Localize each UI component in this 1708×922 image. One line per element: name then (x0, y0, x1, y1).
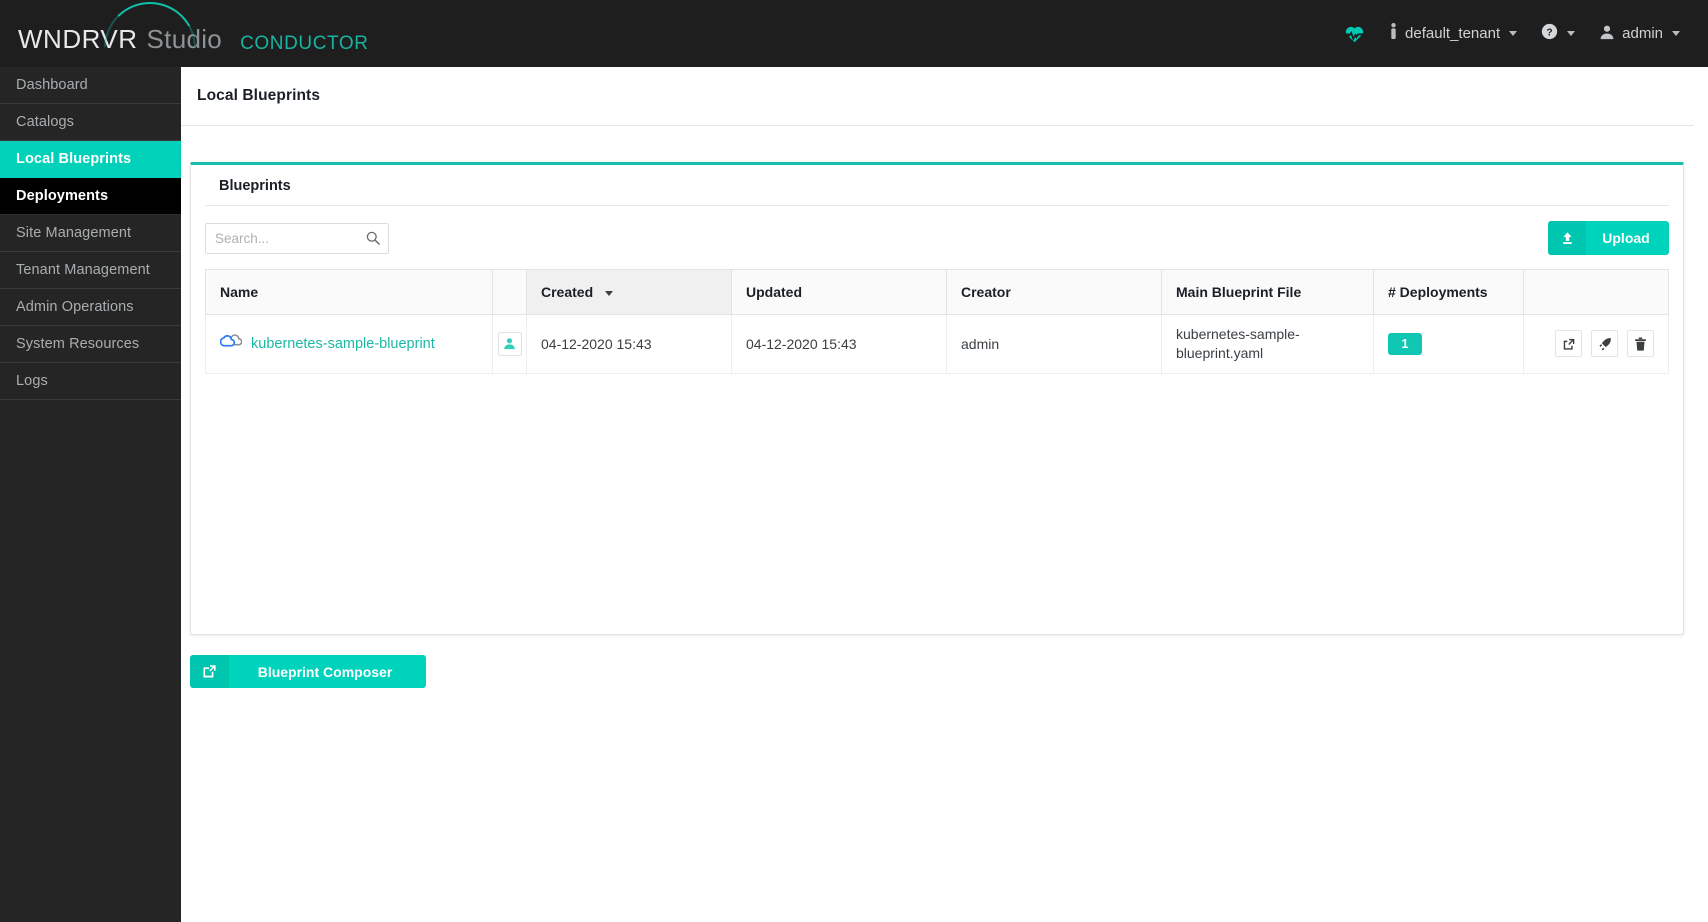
heartbeat-status-button[interactable] (1332, 18, 1377, 49)
logo-arc-icon (104, 2, 196, 48)
cell-creator: admin (946, 314, 1162, 374)
column-header-name[interactable]: Name (205, 269, 493, 315)
upload-icon (1548, 221, 1586, 255)
table-header: Name Created Updated Creator Main Bluepr (205, 269, 1669, 315)
main-content: Local Blueprints Blueprints Search... Up… (181, 67, 1708, 922)
table-row[interactable]: kubernetes-sample-blueprint 04-12-2020 1… (205, 314, 1669, 374)
blueprints-table: Name Created Updated Creator Main Bluepr (205, 269, 1669, 374)
sidebar-item-label: Logs (16, 373, 48, 389)
sidebar-item-catalogs[interactable]: Catalogs (0, 104, 181, 141)
brand-conductor: CONDUCTOR (240, 33, 369, 54)
cell-deployments: 1 (1373, 314, 1524, 374)
upload-button[interactable]: Upload (1548, 221, 1669, 255)
question-circle-icon: ? (1541, 23, 1558, 44)
column-header-label: Created (541, 284, 594, 300)
blueprint-composer-button[interactable]: Blueprint Composer (190, 655, 426, 688)
blueprint-composer-label: Blueprint Composer (257, 663, 393, 680)
sidebar-item-logs[interactable]: Logs (0, 363, 181, 400)
sidebar-item-label: System Resources (16, 336, 140, 352)
cloud-icon (219, 334, 243, 353)
sidebar-item-label: Deployments (16, 188, 109, 204)
sidebar-item-label: Site Management (16, 225, 132, 241)
blueprints-panel: Blueprints Upload (190, 162, 1684, 635)
column-header-owner (492, 269, 527, 315)
sidebar-item-site-management[interactable]: Site Management (0, 215, 181, 252)
sort-descending-icon (605, 290, 614, 296)
column-header-deployments[interactable]: # Deployments (1373, 269, 1524, 315)
heartbeat-icon (1344, 24, 1365, 43)
cell-actions (1523, 314, 1669, 374)
panel-title: Blueprints (205, 165, 1669, 206)
sidebar-item-label: Admin Operations (16, 299, 134, 315)
help-menu[interactable]: ? (1529, 17, 1587, 50)
user-icon (1599, 24, 1615, 44)
brand-logo[interactable]: WNDRVR Studio CONDUCTOR (18, 0, 369, 67)
cell-updated: 04-12-2020 15:43 (731, 314, 947, 374)
sidebar-item-label: Dashboard (16, 77, 88, 93)
panel-toolbar: Upload (191, 206, 1683, 255)
column-header-actions (1523, 269, 1669, 315)
sidebar-item-deployments[interactable]: Deployments (0, 178, 181, 215)
page-header: Local Blueprints (181, 67, 1694, 126)
column-header-label: Creator (961, 284, 1011, 300)
top-header-bar: WNDRVR Studio CONDUCTOR default_tenant ?… (0, 0, 1708, 67)
sidebar-item-local-blueprints[interactable]: Local Blueprints (0, 141, 181, 178)
column-header-label: Name (220, 284, 259, 300)
cell-created: 04-12-2020 15:43 (526, 314, 732, 374)
person-pin-icon (1389, 23, 1398, 44)
sidebar-item-system-resources[interactable]: System Resources (0, 326, 181, 363)
chevron-down-icon (1567, 31, 1576, 36)
sidebar-item-admin-operations[interactable]: Admin Operations (0, 289, 181, 326)
column-header-created[interactable]: Created (526, 269, 732, 315)
sidebar-item-label: Local Blueprints (16, 151, 132, 167)
sidebar-item-dashboard[interactable]: Dashboard (0, 67, 181, 104)
blueprint-name-link[interactable]: kubernetes-sample-blueprint (251, 336, 435, 352)
sidebar-item-label: Tenant Management (16, 262, 150, 278)
trash-icon[interactable] (1627, 330, 1654, 358)
cell-owner (492, 314, 527, 374)
svg-text:?: ? (1547, 27, 1553, 38)
chevron-down-icon (1509, 31, 1518, 36)
rocket-icon[interactable] (1591, 330, 1619, 358)
upload-button-label: Upload (1602, 230, 1650, 246)
column-header-main-blueprint-file[interactable]: Main Blueprint File (1161, 269, 1374, 315)
column-header-updated[interactable]: Updated (731, 269, 947, 315)
column-header-label: # Deployments (1388, 284, 1488, 300)
share-icon[interactable] (1555, 330, 1583, 358)
cell-main-blueprint-file: kubernetes-sample-blueprint.yaml (1161, 314, 1374, 374)
sidebar-item-label: Catalogs (16, 114, 75, 130)
search-field-wrapper[interactable] (205, 222, 389, 254)
page-title: Local Blueprints (197, 87, 321, 104)
person-icon[interactable] (497, 331, 522, 356)
tenant-selector[interactable]: default_tenant (1377, 17, 1529, 50)
tenant-label: default_tenant (1405, 25, 1501, 42)
user-label: admin (1622, 25, 1663, 42)
table-body: kubernetes-sample-blueprint 04-12-2020 1… (205, 314, 1669, 374)
table-header-row: Name Created Updated Creator Main Bluepr (205, 269, 1669, 315)
column-header-label: Updated (746, 284, 802, 300)
column-header-creator[interactable]: Creator (946, 269, 1162, 315)
search-icon[interactable] (366, 231, 380, 250)
sidebar-item-tenant-management[interactable]: Tenant Management (0, 252, 181, 289)
external-link-icon (190, 655, 229, 688)
cell-name: kubernetes-sample-blueprint (205, 314, 493, 374)
header-right-actions: default_tenant ? admin (1332, 0, 1692, 67)
user-menu[interactable]: admin (1587, 18, 1692, 50)
search-input[interactable] (206, 223, 388, 253)
deployments-count-badge[interactable]: 1 (1388, 332, 1422, 355)
column-header-label: Main Blueprint File (1176, 284, 1302, 300)
chevron-down-icon (1672, 31, 1680, 36)
sidebar-navigation: Dashboard Catalogs Local Blueprints Depl… (0, 67, 181, 922)
